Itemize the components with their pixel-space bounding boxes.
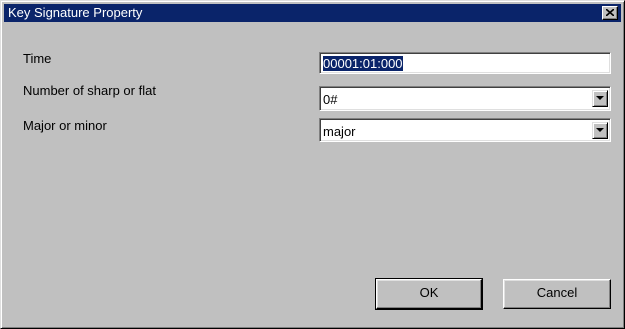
- time-value: 00001:01:000: [323, 56, 403, 71]
- major-minor-label: Major or minor: [23, 118, 107, 133]
- dialog-window: Key Signature Property Time 00001:01:000…: [0, 0, 625, 329]
- time-label: Time: [23, 51, 52, 66]
- major-minor-dropdown-button[interactable]: [592, 122, 608, 139]
- cancel-button[interactable]: Cancel: [503, 279, 611, 309]
- sharp-flat-select[interactable]: 0#: [319, 86, 611, 111]
- chevron-down-icon: [596, 96, 604, 100]
- window-title: Key Signature Property: [8, 5, 143, 20]
- major-minor-select[interactable]: major: [319, 118, 611, 142]
- close-icon: [606, 9, 614, 16]
- major-minor-value: major: [323, 124, 356, 139]
- sharp-flat-dropdown-button[interactable]: [592, 90, 608, 107]
- ok-button[interactable]: OK: [375, 278, 483, 310]
- sharp-flat-label: Number of sharp or flat: [23, 83, 156, 98]
- chevron-down-icon: [596, 128, 604, 132]
- close-button[interactable]: [602, 6, 618, 20]
- title-bar[interactable]: Key Signature Property: [4, 4, 621, 22]
- time-input[interactable]: 00001:01:000: [319, 52, 611, 74]
- sharp-flat-value: 0#: [323, 92, 338, 107]
